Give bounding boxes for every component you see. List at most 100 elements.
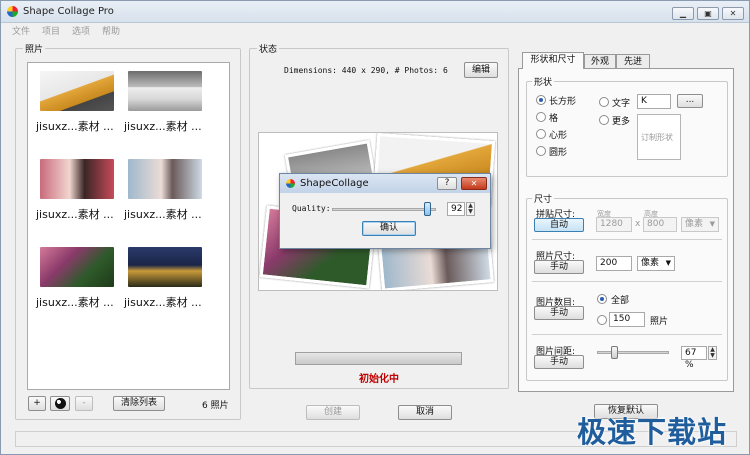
progress-status-text: 初始化中 [359, 374, 399, 385]
radio-more[interactable] [599, 115, 609, 125]
add-photo-button[interactable]: + [28, 396, 46, 411]
radio-heart[interactable] [536, 129, 546, 139]
photo-item[interactable]: jisuxz...素材 ... [124, 69, 214, 139]
photo-size-manual-button[interactable]: 手动 [534, 260, 584, 274]
menu-file[interactable]: 文件 [12, 24, 30, 37]
globe-icon [54, 398, 66, 409]
radio-circle-label: 圆形 [549, 148, 568, 158]
photo-count-unit: 照片 [650, 317, 669, 327]
photo-caption: jisuxz...素材 ... [124, 296, 202, 309]
create-button[interactable]: 创建 [306, 405, 360, 420]
radio-all-photos-label: 全部 [611, 296, 630, 306]
spacing-slider-thumb[interactable] [611, 346, 618, 359]
radio-all-photos[interactable] [597, 294, 607, 304]
photo-unit-label: 像素 [641, 258, 660, 268]
close-icon: ✕ [470, 179, 478, 188]
close-icon: ✕ [729, 9, 737, 18]
photos-group-label: 照片 [23, 42, 46, 55]
dialog-title: ShapeCollage [300, 178, 369, 189]
photo-item[interactable]: jisuxz...素材 ... [124, 245, 214, 315]
collage-unit-label: 像素 [685, 219, 704, 229]
remove-photo-button[interactable]: - [75, 396, 93, 411]
dimensions-info: Dimensions: 440 x 290, # Photos: 6 [284, 66, 448, 75]
spin-down-icon: ▼ [710, 352, 715, 359]
title-bar: Shape Collage Pro ▁ ▣ ✕ [1, 1, 749, 23]
minimize-button[interactable]: ▁ [672, 7, 694, 20]
photo-item[interactable]: jisuxz...素材 ... [36, 157, 126, 227]
divider [532, 334, 722, 335]
menu-bar: 文件 项目 选项 帮助 [1, 23, 749, 38]
spacing-spinner[interactable]: ▲ ▼ [708, 346, 717, 360]
shape-group-label: 形状 [532, 75, 555, 88]
tab-appearance[interactable]: 外观 [584, 54, 616, 69]
photo-count-manual-button[interactable]: 手动 [534, 306, 584, 320]
clear-list-button[interactable]: 清除列表 [113, 396, 165, 411]
collage-size-auto-button[interactable]: 自动 [534, 218, 584, 232]
close-button[interactable]: ✕ [722, 7, 744, 20]
custom-shape-box[interactable]: 订制形状 [637, 114, 681, 160]
photo-thumbnail [128, 247, 202, 287]
shape-text-input[interactable]: K [637, 94, 671, 109]
size-group-label: 尺寸 [532, 192, 555, 205]
photo-spacing-manual-button[interactable]: 手动 [534, 355, 584, 369]
photo-size-input[interactable]: 200 [596, 256, 632, 271]
radio-rectangle[interactable] [536, 95, 546, 105]
maximize-button[interactable]: ▣ [697, 7, 719, 20]
radio-circle[interactable] [536, 146, 546, 156]
dialog-close-button[interactable]: ✕ [461, 177, 487, 190]
times-label: x [635, 219, 641, 229]
dialog-help-button[interactable]: ? [437, 177, 457, 190]
collage-unit-select[interactable]: 像素 ▼ [681, 217, 719, 232]
dialog-ok-button[interactable]: 确认 [362, 221, 416, 236]
tab-shape-size[interactable]: 形状和尺寸 [522, 52, 584, 69]
menu-project[interactable]: 项目 [42, 24, 60, 37]
minimize-icon: ▁ [679, 9, 687, 18]
menu-options[interactable]: 选项 [72, 24, 90, 37]
quality-input[interactable]: 92 [447, 202, 465, 216]
photo-item[interactable]: jisuxz...素材 ... [124, 157, 214, 227]
window-title: Shape Collage Pro [23, 6, 114, 17]
radio-text[interactable] [599, 97, 609, 107]
quality-dialog: ShapeCollage ? ✕ Quality: 92 ▲ ▼ 确认 [279, 173, 491, 249]
quality-spinner[interactable]: ▲ ▼ [466, 202, 475, 216]
menu-help[interactable]: 帮助 [102, 24, 120, 37]
photo-list[interactable]: jisuxz...素材 ... jisuxz...素材 ... jisuxz..… [27, 62, 230, 390]
photo-unit-select[interactable]: 像素 ▼ [637, 256, 675, 271]
spacing-input[interactable]: 67 % [681, 346, 707, 370]
maximize-icon: ▣ [704, 9, 712, 18]
photo-caption: jisuxz...素材 ... [124, 208, 202, 221]
chevron-down-icon: ▼ [709, 220, 715, 228]
app-window: Shape Collage Pro ▁ ▣ ✕ 文件 项目 选项 帮助 照片 j… [0, 0, 750, 455]
quality-slider-thumb[interactable] [423, 202, 431, 216]
dialog-logo-icon [286, 179, 295, 188]
app-logo-icon [7, 6, 18, 17]
radio-grid[interactable] [536, 112, 546, 122]
photo-item[interactable]: jisuxz...素材 ... [36, 69, 126, 139]
edit-button[interactable]: 编辑 [464, 62, 498, 78]
photo-caption: jisuxz...素材 ... [36, 208, 114, 221]
quality-slider-track[interactable] [332, 208, 436, 211]
spin-down-icon: ▼ [468, 208, 473, 215]
collage-height-input[interactable]: 800 [643, 217, 677, 232]
radio-photo-count[interactable] [597, 315, 607, 325]
status-group-label: 状态 [257, 42, 280, 55]
radio-rectangle-label: 长方形 [549, 97, 577, 107]
photo-item[interactable]: jisuxz...素材 ... [36, 245, 126, 315]
tab-advanced[interactable]: 先进 [616, 54, 650, 69]
photo-thumbnail [40, 159, 114, 199]
spacing-slider-track[interactable] [597, 351, 669, 354]
photo-count: 6 照片 [202, 401, 229, 411]
photo-thumbnail [128, 159, 202, 199]
photo-thumbnail [40, 247, 114, 287]
dialog-title-bar: ShapeCollage ? ✕ [280, 174, 490, 193]
radio-grid-label: 格 [549, 114, 559, 124]
photo-count-input[interactable]: 150 [609, 312, 645, 327]
add-folder-button[interactable] [50, 396, 70, 411]
cancel-button[interactable]: 取消 [398, 405, 452, 420]
photo-caption: jisuxz...素材 ... [36, 296, 114, 309]
photo-thumbnail [40, 71, 114, 111]
shape-text-options-button[interactable]: ... [677, 94, 703, 108]
collage-width-input[interactable]: 1280 [596, 217, 632, 232]
photo-caption: jisuxz...素材 ... [124, 120, 202, 133]
radio-heart-label: 心形 [549, 131, 568, 141]
